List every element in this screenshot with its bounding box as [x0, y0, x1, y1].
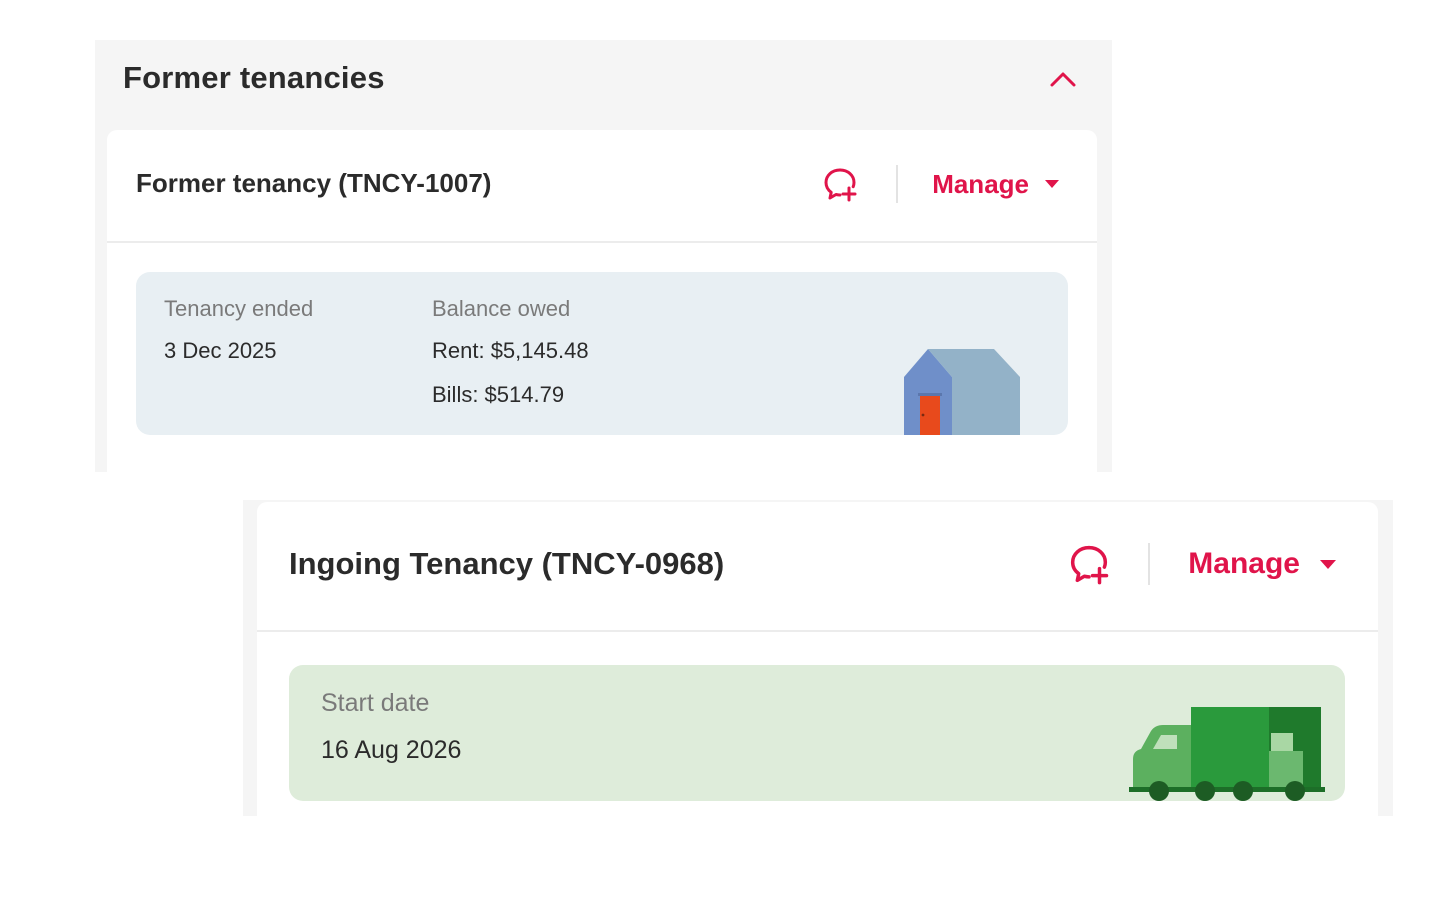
chevron-up-icon — [1050, 72, 1076, 87]
card-actions: Manage — [820, 162, 1059, 206]
action-divider — [1148, 543, 1151, 585]
ingoing-tenancy-section: Ingoing Tenancy (TNCY-0968) Manage Start… — [243, 500, 1393, 816]
start-date-group: Start date 16 Aug 2026 — [321, 689, 461, 783]
card-title: Former tenancy (TNCY-1007) — [136, 168, 492, 198]
ingoing-tenancy-summary: Start date 16 Aug 2026 — [289, 665, 1345, 801]
start-date-label: Start date — [321, 689, 430, 717]
caret-down-icon — [1045, 180, 1059, 188]
tenancy-ended-value: 3 Dec 2025 — [164, 338, 277, 363]
tenancy-ended-group: Tenancy ended 3 Dec 2025 — [164, 296, 313, 382]
former-tenancy-card: Former tenancy (TNCY-1007) Manage Tenanc… — [107, 130, 1097, 472]
manage-button[interactable]: Manage — [932, 169, 1059, 200]
balance-owed-group: Balance owed Rent: $5,145.48 Bills: $514… — [432, 296, 589, 426]
card-header: Former tenancy (TNCY-1007) Manage — [107, 130, 1097, 243]
section-title: Former tenancies — [123, 60, 385, 95]
collapse-button[interactable] — [1046, 62, 1080, 96]
ingoing-tenancy-card: Ingoing Tenancy (TNCY-0968) Manage Start… — [257, 502, 1378, 816]
balance-owed-label: Balance owed — [432, 296, 571, 321]
card-actions: Manage — [1066, 540, 1336, 588]
manage-label: Manage — [1188, 547, 1300, 580]
card-title: Ingoing Tenancy (TNCY-0968) — [289, 546, 725, 581]
rent-owed-value: Rent: $5,145.48 — [432, 338, 589, 363]
card-header: Ingoing Tenancy (TNCY-0968) Manage — [257, 502, 1378, 632]
manage-button[interactable]: Manage — [1188, 547, 1336, 581]
manage-label: Manage — [932, 168, 1029, 199]
start-date-value: 16 Aug 2026 — [321, 736, 462, 764]
action-divider — [896, 165, 899, 203]
add-chat-button[interactable] — [1066, 541, 1112, 587]
former-tenancies-header: Former tenancies — [95, 40, 1112, 130]
tenancy-ended-label: Tenancy ended — [164, 296, 314, 321]
add-chat-button[interactable] — [820, 164, 860, 204]
house-icon — [904, 349, 1020, 435]
former-tenancy-summary: Tenancy ended 3 Dec 2025 Balance owed Re… — [136, 272, 1068, 435]
former-tenancies-section: Former tenancies Former tenancy (TNCY-10… — [95, 40, 1112, 472]
truck-icon — [1129, 707, 1325, 801]
caret-down-icon — [1320, 559, 1336, 569]
chat-add-icon — [824, 168, 857, 202]
chat-add-icon — [1071, 545, 1109, 585]
bills-owed-value: Bills: $514.79 — [432, 382, 565, 407]
